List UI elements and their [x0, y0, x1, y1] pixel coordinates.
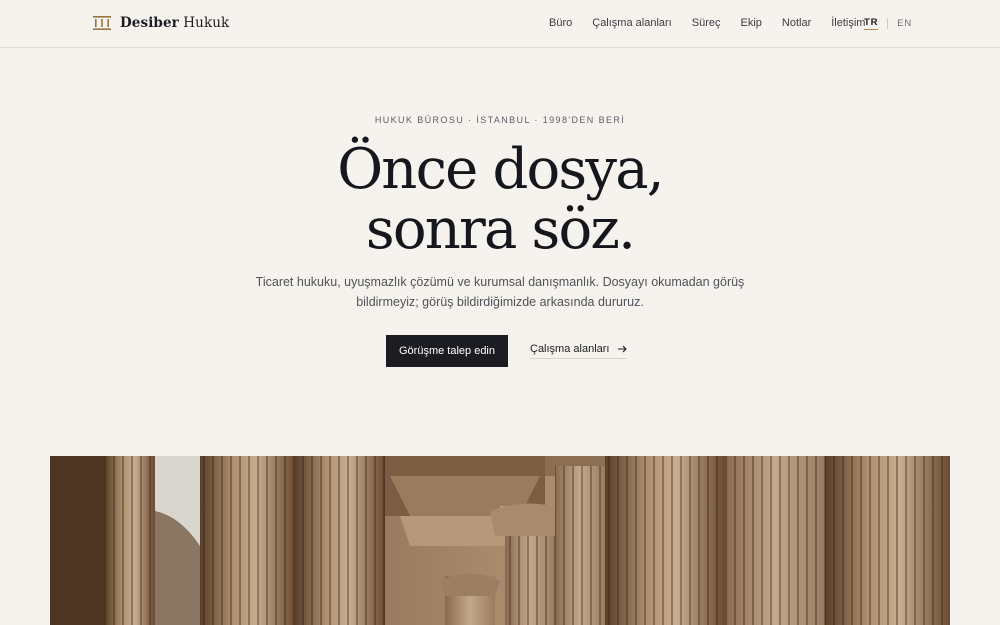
main-nav: Büro Çalışma alanları Süreç Ekip Notlar …: [549, 17, 885, 29]
brand-name-bold: Desiber: [120, 15, 179, 31]
nav-item-iletisim[interactable]: İletişim: [831, 17, 865, 29]
lang-divider: [887, 18, 889, 29]
brand-name: Desiber Hukuk: [120, 15, 229, 31]
site-header: Desiber Hukuk Büro Çalışma alanları Süre…: [0, 0, 1000, 48]
nav-item-calisma-alanlari[interactable]: Çalışma alanları: [592, 17, 671, 29]
nav-item-ekip[interactable]: Ekip: [740, 17, 761, 29]
arrow-right-icon: [618, 345, 628, 353]
language-switcher: TR EN: [864, 17, 912, 30]
brand-name-light: Hukuk: [183, 15, 230, 31]
columns-logo-icon: [93, 16, 111, 30]
nav-item-buro[interactable]: Büro: [549, 17, 572, 29]
practice-areas-link[interactable]: Çalışma alanları: [530, 343, 628, 359]
classical-columns-photo: [50, 456, 950, 625]
headline-line-1: Önce dosya,: [337, 137, 664, 202]
request-meeting-button[interactable]: Görüşme talep edin: [386, 335, 508, 367]
hero-headline: Önce dosya, sonra söz.: [0, 140, 1000, 260]
headline-line-2: sonra söz.: [365, 197, 636, 262]
practice-areas-link-label: Çalışma alanları: [530, 343, 610, 355]
hero-lede: Ticaret hukuku, uyuşmazlık çözümü ve kur…: [255, 275, 745, 309]
lang-tr[interactable]: TR: [864, 17, 879, 30]
hero-eyebrow: HUKUK BÜROSU · İSTANBUL · 1998'DEN BERİ: [374, 115, 626, 125]
nav-item-surec[interactable]: Süreç: [692, 17, 721, 29]
nav-item-notlar[interactable]: Notlar: [782, 17, 811, 29]
lang-en[interactable]: EN: [897, 18, 912, 29]
brand-logo[interactable]: Desiber Hukuk: [93, 15, 229, 31]
